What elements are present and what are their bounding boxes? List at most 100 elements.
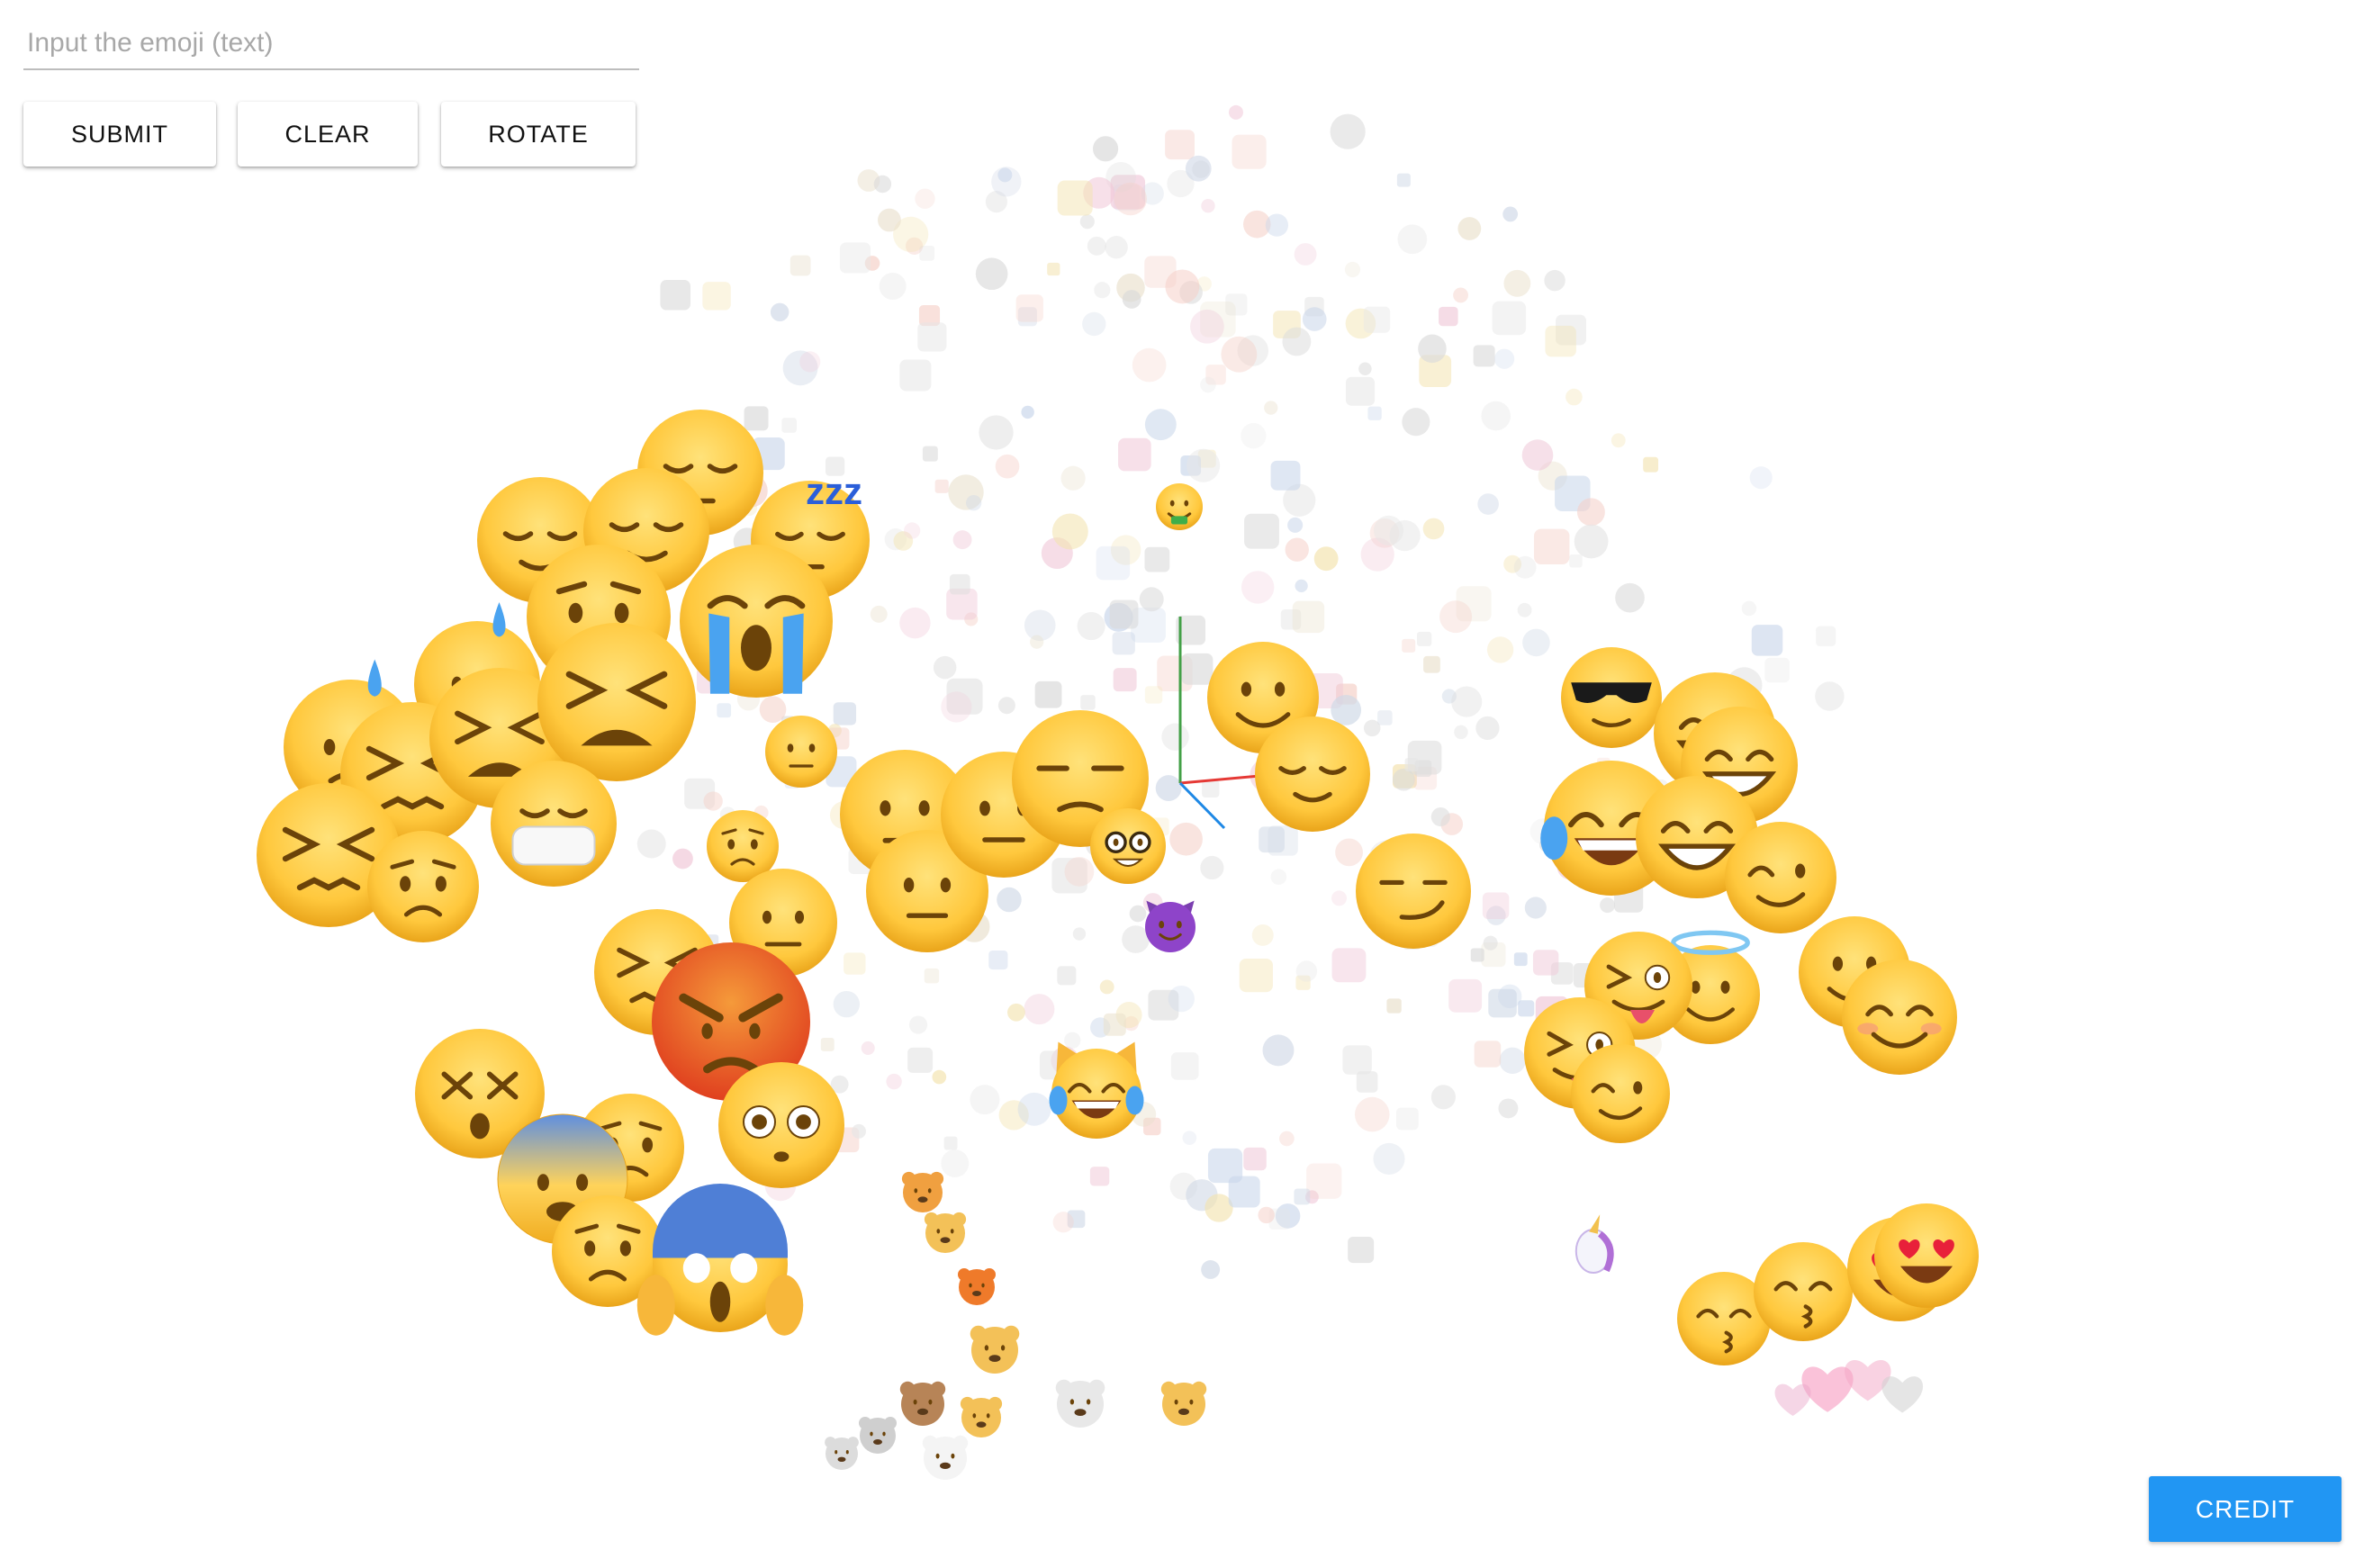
faded-emoji-icon (799, 351, 821, 373)
faded-emoji-icon (1092, 136, 1119, 162)
faded-emoji-icon (1457, 217, 1482, 240)
faded-emoji-icon (1492, 301, 1527, 336)
faded-emoji-icon (1264, 401, 1278, 415)
faded-emoji-icon (1169, 822, 1203, 856)
faded-emoji-icon (1392, 768, 1415, 791)
faded-emoji-icon (1764, 657, 1790, 683)
faded-emoji-icon (975, 257, 1008, 291)
faded-emoji-icon (672, 848, 693, 870)
smiling-devil-icon (1145, 900, 1196, 952)
faded-emoji-icon (1144, 686, 1163, 704)
faded-emoji-icon (1060, 465, 1086, 491)
faded-emoji-icon (1363, 306, 1391, 333)
faded-emoji-icon (1358, 362, 1372, 375)
faded-emoji-icon (844, 952, 866, 975)
faded-emoji-icon (1306, 1163, 1342, 1199)
faded-emoji-icon (1524, 897, 1547, 919)
faded-emoji-icon (1064, 856, 1095, 887)
faded-emoji-icon (1344, 261, 1361, 278)
faded-emoji-icon (1258, 1206, 1275, 1224)
faded-emoji-icon (919, 245, 935, 261)
faded-emoji-icon (1287, 517, 1304, 533)
faded-emoji-icon (1295, 960, 1318, 982)
faded-emoji-icon (1155, 775, 1182, 801)
faded-emoji-icon (1052, 1212, 1074, 1233)
faded-emoji-icon (1161, 723, 1189, 751)
faded-emoji-icon (1386, 998, 1402, 1014)
faded-emoji-icon (1513, 952, 1528, 967)
faded-emoji-icon (1021, 405, 1034, 419)
faded-emoji-icon (1243, 1147, 1267, 1171)
faded-emoji-icon (1482, 892, 1510, 919)
faded-emoji-icon (636, 829, 666, 859)
heart-eyes-face-icon (1874, 1203, 1979, 1308)
faded-emoji-icon (1228, 104, 1243, 120)
emoji-3d-scatter-canvas[interactable]: zzz (0, 0, 2364, 1568)
animal-faces-icon (1055, 1379, 1105, 1428)
faded-emoji-icon (1498, 1098, 1519, 1119)
animal-faces-icon (825, 1437, 859, 1470)
faded-emoji-icon (1533, 528, 1570, 565)
smiling-blush-face-icon (1842, 960, 1957, 1075)
screaming-face-icon (636, 1184, 804, 1336)
faded-emoji-icon (941, 1149, 970, 1177)
animal-faces-icon (970, 1325, 1020, 1374)
faded-emoji-icon (1331, 694, 1362, 725)
faded-emoji-icon (1363, 719, 1381, 737)
faded-emoji-icon (1453, 287, 1468, 303)
relieved-face-icon (1255, 716, 1370, 832)
faded-emoji-icon (1099, 979, 1114, 995)
faded-emoji-icon (1522, 628, 1550, 657)
nerd-face-icon (1090, 808, 1166, 884)
faded-emoji-icon (1454, 725, 1468, 740)
rotate-button[interactable]: ROTATE (441, 102, 636, 167)
faded-emoji-icon (1345, 376, 1376, 406)
faded-emoji-icon (1241, 423, 1267, 449)
faded-emoji-icon (1439, 600, 1473, 634)
faded-emoji-icon (1239, 958, 1273, 993)
faded-emoji-icon (1377, 710, 1393, 725)
faded-emoji-icon (1201, 198, 1215, 213)
faded-emoji-icon (1064, 1032, 1081, 1049)
emoji-search-input[interactable] (23, 18, 639, 70)
faded-emoji-icon (1404, 758, 1419, 772)
loudly-crying-face-icon (680, 545, 833, 698)
faded-emoji-icon (870, 605, 888, 623)
faded-emoji-icon (1521, 439, 1554, 471)
faded-emoji-icon (1486, 636, 1514, 663)
faded-emoji-icon (1513, 555, 1537, 579)
faded-emoji-icon (924, 968, 940, 984)
faded-emoji-icon (839, 242, 871, 274)
submit-button[interactable]: SUBMIT (23, 102, 216, 167)
faded-emoji-icon (1335, 838, 1363, 867)
faded-emoji-icon (1474, 1041, 1502, 1068)
faded-emoji-icon (934, 479, 949, 493)
faded-emoji-icon (1545, 325, 1576, 357)
faded-emoji-icon (1294, 243, 1317, 266)
cat-tears-of-joy-icon (1049, 1041, 1144, 1139)
faded-emoji-icon (1292, 600, 1325, 634)
faded-emoji-icon (1518, 1000, 1535, 1017)
faded-emoji-icon (1077, 611, 1105, 641)
faded-emoji-icon (1422, 518, 1445, 540)
faded-emoji-icon (1600, 897, 1616, 914)
faded-emoji-icon (1342, 1045, 1372, 1075)
clear-button[interactable]: CLEAR (238, 102, 418, 167)
faded-emoji-icon (1047, 262, 1060, 276)
faded-emoji-icon (970, 1085, 1000, 1115)
controls-panel: SUBMIT CLEAR ROTATE (23, 18, 645, 167)
faded-emoji-icon (1493, 348, 1515, 369)
faded-emoji-icon (1389, 519, 1421, 552)
faded-emoji-icon (1815, 681, 1845, 711)
faded-emoji-icon (1122, 290, 1141, 309)
faded-emoji-icon (1185, 155, 1212, 182)
faded-emoji-icon (1279, 1131, 1295, 1147)
credit-button[interactable]: CREDIT (2149, 1476, 2341, 1542)
faded-emoji-icon (1532, 950, 1559, 976)
faded-emoji-icon (965, 495, 982, 511)
faded-emoji-icon (770, 302, 790, 322)
faded-emoji-icon (1132, 347, 1167, 383)
faded-emoji-icon (907, 1047, 934, 1073)
faded-emoji-icon (1330, 113, 1366, 149)
faded-emoji-icon (1448, 978, 1483, 1013)
